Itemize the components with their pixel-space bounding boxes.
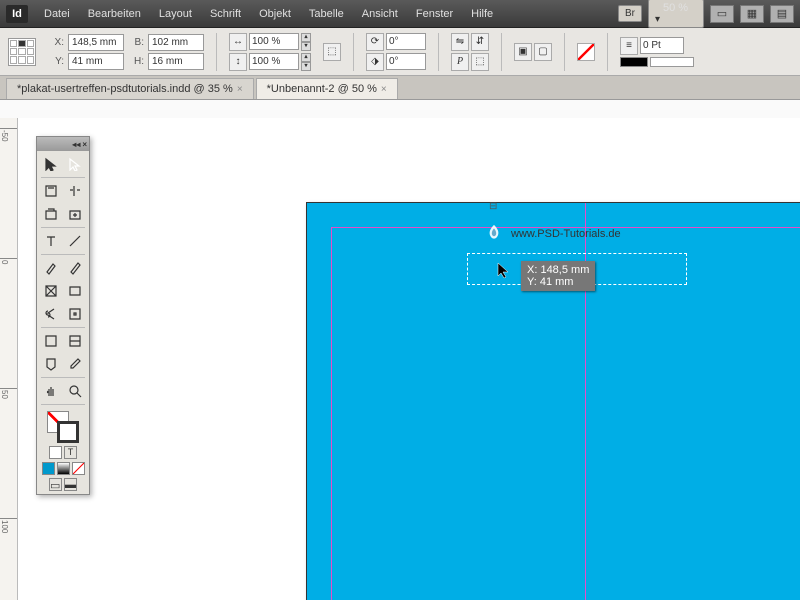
constrain-icon[interactable]: ⬚ (323, 43, 341, 61)
tool-direct-selection[interactable] (64, 153, 88, 175)
bridge-button[interactable]: Br (618, 5, 642, 22)
panel-header[interactable]: ◂◂× (37, 137, 89, 151)
shear-icon: ⬗ (366, 53, 384, 71)
menu-bearbeiten[interactable]: Bearbeiten (80, 5, 149, 23)
tool-gradient-feather[interactable] (64, 330, 88, 352)
position-size-group: X: B: Y: H: (48, 34, 204, 70)
workspace-icon[interactable]: ▤ (770, 5, 794, 23)
w-input[interactable] (148, 34, 204, 51)
tool-content-collector[interactable] (39, 203, 63, 225)
tool-free-transform[interactable] (64, 303, 88, 325)
menu-layout[interactable]: Layout (151, 5, 200, 23)
menu-tabelle[interactable]: Tabelle (301, 5, 352, 23)
page[interactable]: ⊟ www.PSD-Tutorials.de X: 148,5 mmY: 41 … (306, 202, 800, 600)
tab-plakat[interactable]: *plakat-usertreffen-psdtutorials.indd @ … (6, 78, 254, 99)
select-container-icon[interactable]: ▣ (514, 43, 532, 61)
canvas[interactable]: ⊟ www.PSD-Tutorials.de X: 148,5 mmY: 41 … (18, 118, 800, 600)
close-icon[interactable]: × (237, 84, 243, 95)
menu-datei[interactable]: Datei (36, 5, 78, 23)
tool-gap[interactable] (64, 180, 88, 202)
fill-stroke-swatch[interactable] (47, 411, 79, 443)
tool-rectangle[interactable] (64, 280, 88, 302)
y-input[interactable] (68, 53, 124, 70)
zoom-level[interactable]: 50 % ▾ (648, 0, 704, 28)
menu-objekt[interactable]: Objekt (251, 5, 299, 23)
scale-y-input[interactable] (249, 53, 299, 70)
tool-hand[interactable] (39, 380, 63, 402)
tab-unbenannt[interactable]: *Unbenannt-2 @ 50 %× (256, 78, 398, 99)
rotate-icon: ⟳ (366, 33, 384, 51)
tool-type[interactable] (39, 230, 63, 252)
scale-y-icon: ↕ (229, 53, 247, 71)
tool-line[interactable] (64, 230, 88, 252)
control-bar: X: B: Y: H: ↔▴▾ ↕▴▾ ⬚ ⟳ ⬗ ⇋⇵ P⬚ ▣▢ ≡ (0, 28, 800, 76)
tool-note[interactable] (39, 353, 63, 375)
rotate-cw-icon[interactable]: ⬚ (471, 53, 489, 71)
workspace: -50050100150200250 -50050100 ⊟ www.PSD-T… (0, 100, 800, 600)
tool-scissors[interactable] (39, 303, 63, 325)
tool-pencil[interactable] (64, 257, 88, 279)
close-icon[interactable]: × (82, 140, 87, 149)
x-input[interactable] (68, 34, 124, 51)
tool-pen[interactable] (39, 257, 63, 279)
h-input[interactable] (148, 53, 204, 70)
position-tooltip: X: 148,5 mmY: 41 mm (521, 261, 595, 291)
swatch-fill-icon[interactable] (42, 462, 55, 475)
arrange-icon[interactable]: ▦ (740, 5, 764, 23)
stroke-style[interactable] (620, 57, 648, 67)
view-mode-preview-icon[interactable]: ▬ (64, 478, 77, 491)
tool-page[interactable] (39, 180, 63, 202)
tool-zoom[interactable] (64, 380, 88, 402)
menu-hilfe[interactable]: Hilfe (463, 5, 501, 23)
x-label: X: (48, 37, 64, 48)
menu-schrift[interactable]: Schrift (202, 5, 249, 23)
scale-x-icon: ↔ (229, 33, 247, 51)
flip-h-icon[interactable]: ⇋ (451, 33, 469, 51)
app-logo: Id (6, 5, 28, 23)
tool-eyedropper[interactable] (64, 353, 88, 375)
screen-mode-icon[interactable]: ▭ (710, 5, 734, 23)
menu-fenster[interactable]: Fenster (408, 5, 461, 23)
apply-text-icon[interactable]: T (64, 446, 77, 459)
smart-anchor-icon: ⊟ (489, 201, 497, 212)
rotate-input[interactable] (386, 33, 426, 50)
scale-x-input[interactable] (249, 33, 299, 50)
tool-content-placer[interactable] (64, 203, 88, 225)
tool-rectangle-frame[interactable] (39, 280, 63, 302)
menu-ansicht[interactable]: Ansicht (354, 5, 406, 23)
collapse-icon[interactable]: ◂◂ (72, 140, 80, 149)
apply-color-icon[interactable] (49, 446, 62, 459)
select-content-icon[interactable]: ▢ (534, 43, 552, 61)
stroke-weight-input[interactable] (640, 37, 684, 54)
stroke-weight-icon: ≡ (620, 37, 638, 55)
swatch-gradient-icon[interactable] (57, 462, 70, 475)
view-mode-normal-icon[interactable]: ▭ (49, 478, 62, 491)
fill-none-icon[interactable] (577, 43, 595, 61)
scale-y-stepper[interactable]: ▴▾ (301, 53, 311, 70)
tool-selection[interactable] (39, 153, 63, 175)
w-label: B: (128, 37, 144, 48)
reference-point[interactable] (8, 38, 36, 66)
stroke-style-dropdown[interactable] (650, 57, 694, 67)
h-label: H: (128, 56, 144, 67)
swatch-none-icon[interactable] (72, 462, 85, 475)
scale-x-stepper[interactable]: ▴▾ (301, 33, 311, 50)
vertical-ruler[interactable]: -50050100 (0, 118, 18, 600)
flip-v-icon[interactable]: ⇵ (471, 33, 489, 51)
page-logo[interactable]: www.PSD-Tutorials.de (483, 223, 621, 245)
document-tabs: *plakat-usertreffen-psdtutorials.indd @ … (0, 76, 800, 100)
rotate-ccw-icon[interactable]: P (451, 53, 469, 71)
page-url-text: www.PSD-Tutorials.de (511, 228, 621, 240)
tools-panel[interactable]: ◂◂× T ▭ ▬ (36, 136, 90, 495)
menu-bar: Id Datei Bearbeiten Layout Schrift Objek… (0, 0, 800, 28)
y-label: Y: (48, 56, 64, 67)
close-icon[interactable]: × (381, 84, 387, 95)
tool-gradient-swatch[interactable] (39, 330, 63, 352)
shear-input[interactable] (386, 53, 426, 70)
